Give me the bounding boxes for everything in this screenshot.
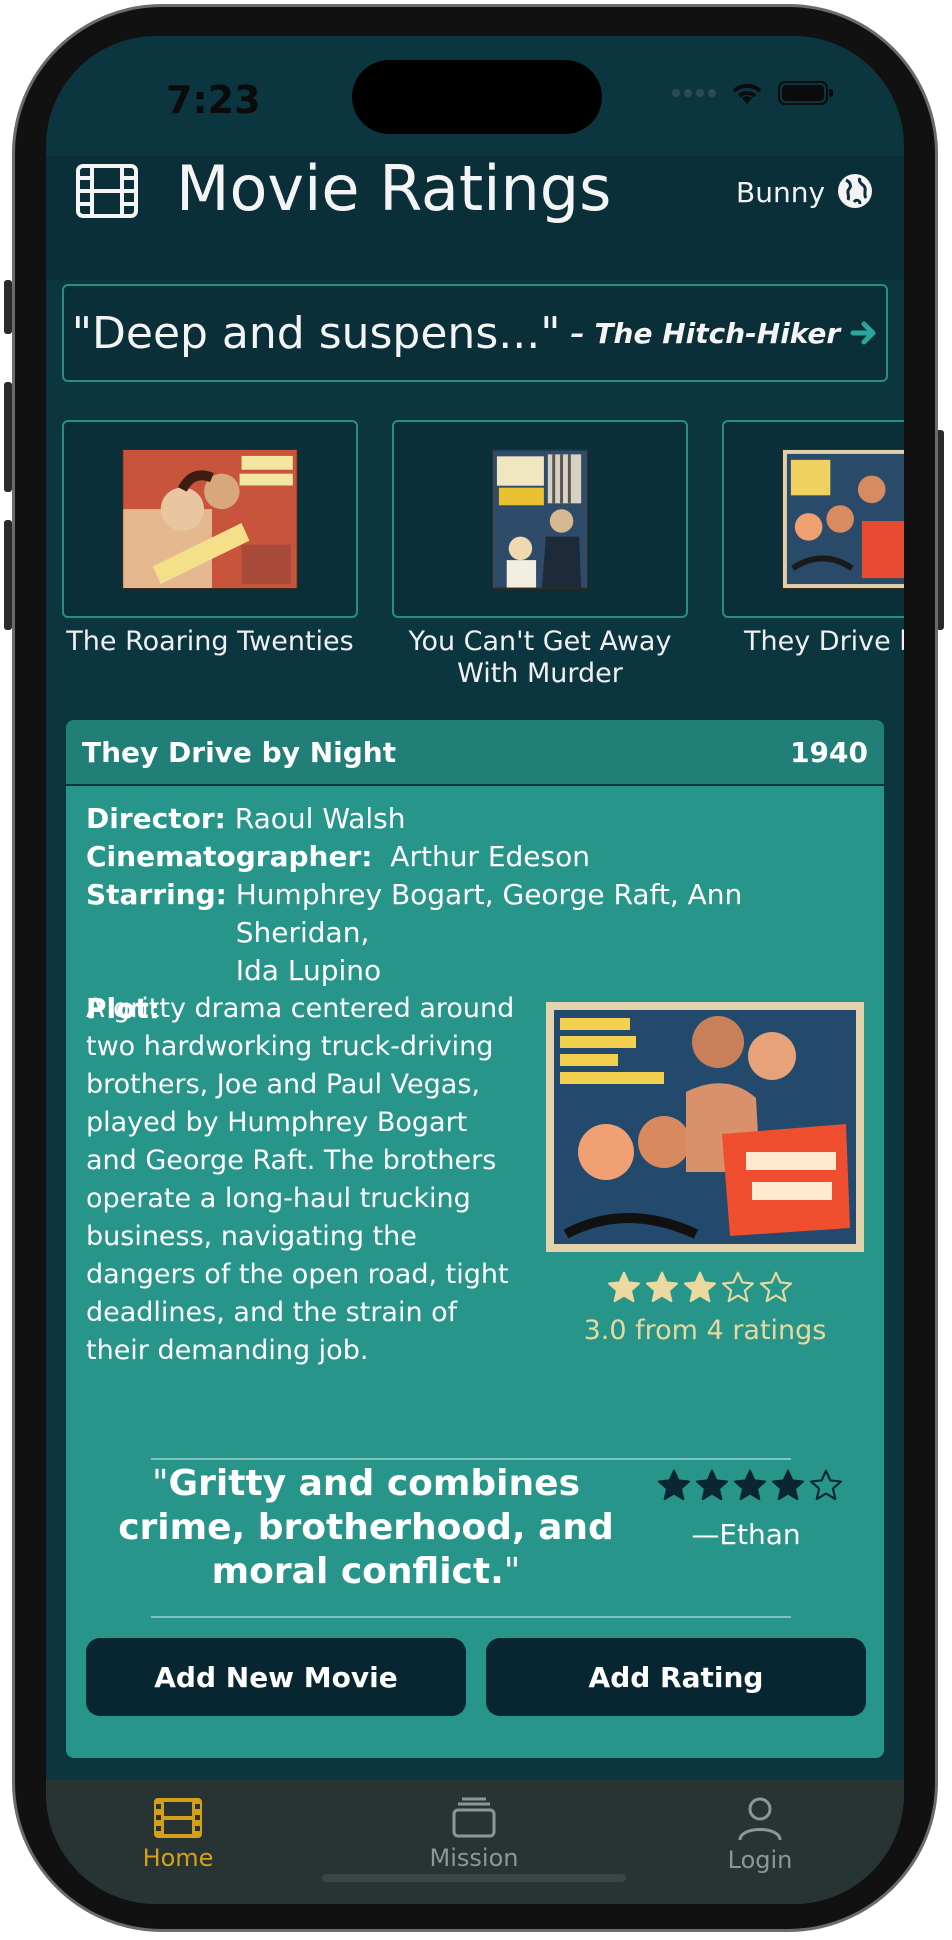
divider: [151, 1616, 791, 1618]
detail-poster: [546, 1002, 864, 1252]
film-icon: [154, 1798, 202, 1838]
carousel-title: The Roaring Twenties: [66, 626, 354, 657]
tab-mission-label: Mission: [429, 1844, 519, 1872]
featured-review: "Gritty and combines crime, brotherhood,…: [118, 1463, 614, 1592]
poster-they-drive-by-night: [782, 449, 904, 589]
star-empty-icon: [809, 1469, 843, 1501]
poster-frame: [62, 420, 358, 618]
dynamic-island: [352, 60, 602, 134]
movie-carousel[interactable]: The Roaring Twenties You Can't Get Away …: [62, 420, 904, 720]
star-filled-icon: [695, 1469, 729, 1501]
detail-title: They Drive by Night: [82, 735, 397, 769]
tab-bar: Home Mission Login: [46, 1780, 904, 1904]
user-name[interactable]: Bunny: [736, 176, 825, 209]
cinematographer-label: Cinematographer:: [86, 840, 373, 873]
star-filled-icon: [657, 1469, 691, 1501]
globe-icon[interactable]: [836, 172, 874, 210]
detail-year: 1940: [790, 735, 868, 769]
director-row: Director: Raoul Walsh: [86, 800, 876, 838]
star-filled-icon: [607, 1271, 641, 1303]
cinematographer-row: Cinematographer: Arthur Edeson: [86, 838, 876, 876]
carousel-title: They Drive b: [744, 626, 904, 657]
tab-home[interactable]: Home: [78, 1796, 278, 1872]
app-title: Movie Ratings: [176, 152, 612, 225]
starring-value: Humphrey Bogart, George Raft, Ann Sherid…: [235, 878, 743, 987]
movie-detail-card: They Drive by Night 1940 Director: Raoul…: [66, 720, 884, 1758]
poster-frame: [722, 420, 904, 618]
volume-down-button: [4, 520, 12, 630]
tab-home-label: Home: [142, 1844, 214, 1872]
quote-movie-title: The Hitch-Hiker: [594, 316, 841, 350]
arrow-right-icon: [850, 321, 876, 345]
director-label: Director:: [86, 802, 226, 835]
side-button: [4, 280, 12, 334]
divider: [151, 1458, 791, 1460]
cinematographer-value: Arthur Edeson: [390, 840, 591, 873]
home-indicator: [322, 1874, 626, 1882]
star-filled-icon: [645, 1271, 679, 1303]
review-stars: [656, 1468, 844, 1504]
add-rating-button[interactable]: Add Rating: [486, 1638, 866, 1716]
poster-roaring-twenties: [122, 449, 298, 589]
director-value: Raoul Walsh: [234, 802, 406, 835]
star-filled-icon: [771, 1469, 805, 1501]
wifi-icon: [732, 83, 762, 104]
tab-login[interactable]: Login: [660, 1796, 860, 1874]
detail-header: They Drive by Night 1940: [66, 720, 884, 786]
quote-separator: –: [570, 316, 585, 350]
review-text: Gritty and combines crime, brotherhood, …: [118, 1463, 614, 1592]
carousel-card[interactable]: You Can't Get Away With Murder: [392, 420, 688, 690]
signal-dots-icon: [672, 89, 716, 97]
film-icon: [76, 164, 138, 218]
star-filled-icon: [683, 1271, 717, 1303]
volume-up-button: [4, 382, 12, 492]
status-time: 7:23: [166, 78, 261, 122]
quote-banner[interactable]: "Deep and suspens..." – The Hitch-Hiker: [62, 284, 888, 382]
rating-text: 3.0 from 4 ratings: [583, 1315, 827, 1346]
carousel-card[interactable]: They Drive b: [722, 420, 904, 658]
add-new-movie-button[interactable]: Add New Movie: [86, 1638, 466, 1716]
plot-text: A gritty drama centered around two hardw…: [86, 993, 515, 1366]
starring-row: Starring: Humphrey Bogart, George Raft, …: [86, 876, 876, 990]
reviewer-name: —Ethan: [691, 1518, 801, 1551]
tray-stack-icon: [452, 1797, 496, 1838]
poster-frame: [392, 420, 688, 618]
battery-icon: [778, 81, 833, 105]
poster-cant-get-away: [492, 449, 588, 589]
tab-login-label: Login: [727, 1846, 793, 1874]
star-empty-icon: [721, 1271, 755, 1303]
screen: 7:23 Movie Ratings Bunny "Deep and suspe…: [46, 36, 904, 1904]
tab-mission[interactable]: Mission: [374, 1796, 574, 1872]
starring-label: Starring:: [86, 878, 227, 911]
star-empty-icon: [759, 1271, 793, 1303]
carousel-title: You Can't Get Away With Murder: [408, 626, 672, 689]
rating-stars: [606, 1270, 794, 1306]
carousel-card[interactable]: The Roaring Twenties: [62, 420, 358, 658]
status-icons: [672, 80, 834, 106]
star-filled-icon: [733, 1469, 767, 1501]
quote-text: "Deep and suspens...": [71, 307, 561, 359]
person-icon: [738, 1797, 782, 1841]
